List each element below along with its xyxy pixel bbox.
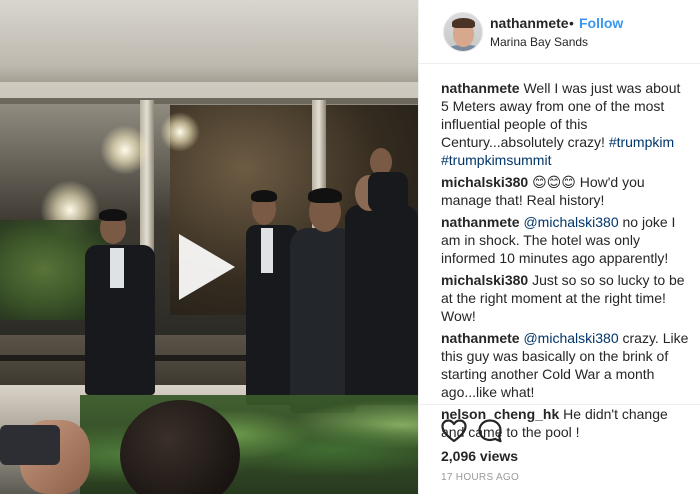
comment-bubble-icon[interactable] [477,418,503,444]
username-link[interactable]: nathanmete [490,15,569,31]
view-count[interactable]: 2,096 views [441,448,518,464]
video-frame-hair [251,190,277,202]
post-timestamp[interactable]: 17 HOURS AGO [441,472,519,483]
comment-username[interactable]: nathanmete [441,330,520,346]
caption: nathanmete Well I was just was about 5 M… [441,79,691,169]
video-player[interactable] [0,0,418,494]
comment-item: michalski380 Just so so so lucky to be a… [441,271,691,325]
video-frame-hair [308,188,342,203]
mention-link[interactable]: @michalski380 [523,214,618,230]
video-frame-shirt [261,228,273,273]
follow-button[interactable]: Follow [579,15,623,31]
separator-dot: • [569,15,574,31]
avatar-hair [452,18,475,28]
comment-username[interactable]: michalski380 [441,174,528,190]
caption-username[interactable]: nathanmete [441,80,520,96]
video-frame-light [100,125,150,175]
comment-username[interactable]: nathanmete [441,214,520,230]
comments-list: nathanmete Well I was just was about 5 M… [441,79,691,445]
video-frame-roof [0,0,418,95]
video-frame-person [368,172,408,212]
play-icon [179,234,235,300]
comment-item: nathanmete @michalski380 crazy. Like thi… [441,329,691,401]
comment-item: michalski380 😊😊😊 How'd you manage that! … [441,173,691,209]
video-frame-phone [0,425,60,465]
post-header: nathanmete • Follow Marina Bay Sands [419,0,700,64]
video-frame-shirt [110,248,124,288]
hashtag-link[interactable]: #trumpkim [609,134,674,150]
avatar[interactable] [443,12,483,52]
video-frame-hair [99,209,127,221]
location-link[interactable]: Marina Bay Sands [490,35,588,49]
video-frame-person [345,205,418,405]
post-actions: 2,096 views 17 HOURS AGO [419,404,700,494]
hashtag-link[interactable]: #trumpkimsummit [441,152,551,168]
video-frame-beam-shadow [0,98,418,104]
comment-item: nathanmete @michalski380 no joke I am in… [441,213,691,267]
heart-icon[interactable] [441,419,467,443]
comment-username[interactable]: michalski380 [441,272,528,288]
mention-link[interactable]: @michalski380 [523,330,618,346]
post-sidebar: nathanmete • Follow Marina Bay Sands nat… [418,0,700,494]
video-frame-light [160,112,200,152]
play-button[interactable] [171,232,241,302]
